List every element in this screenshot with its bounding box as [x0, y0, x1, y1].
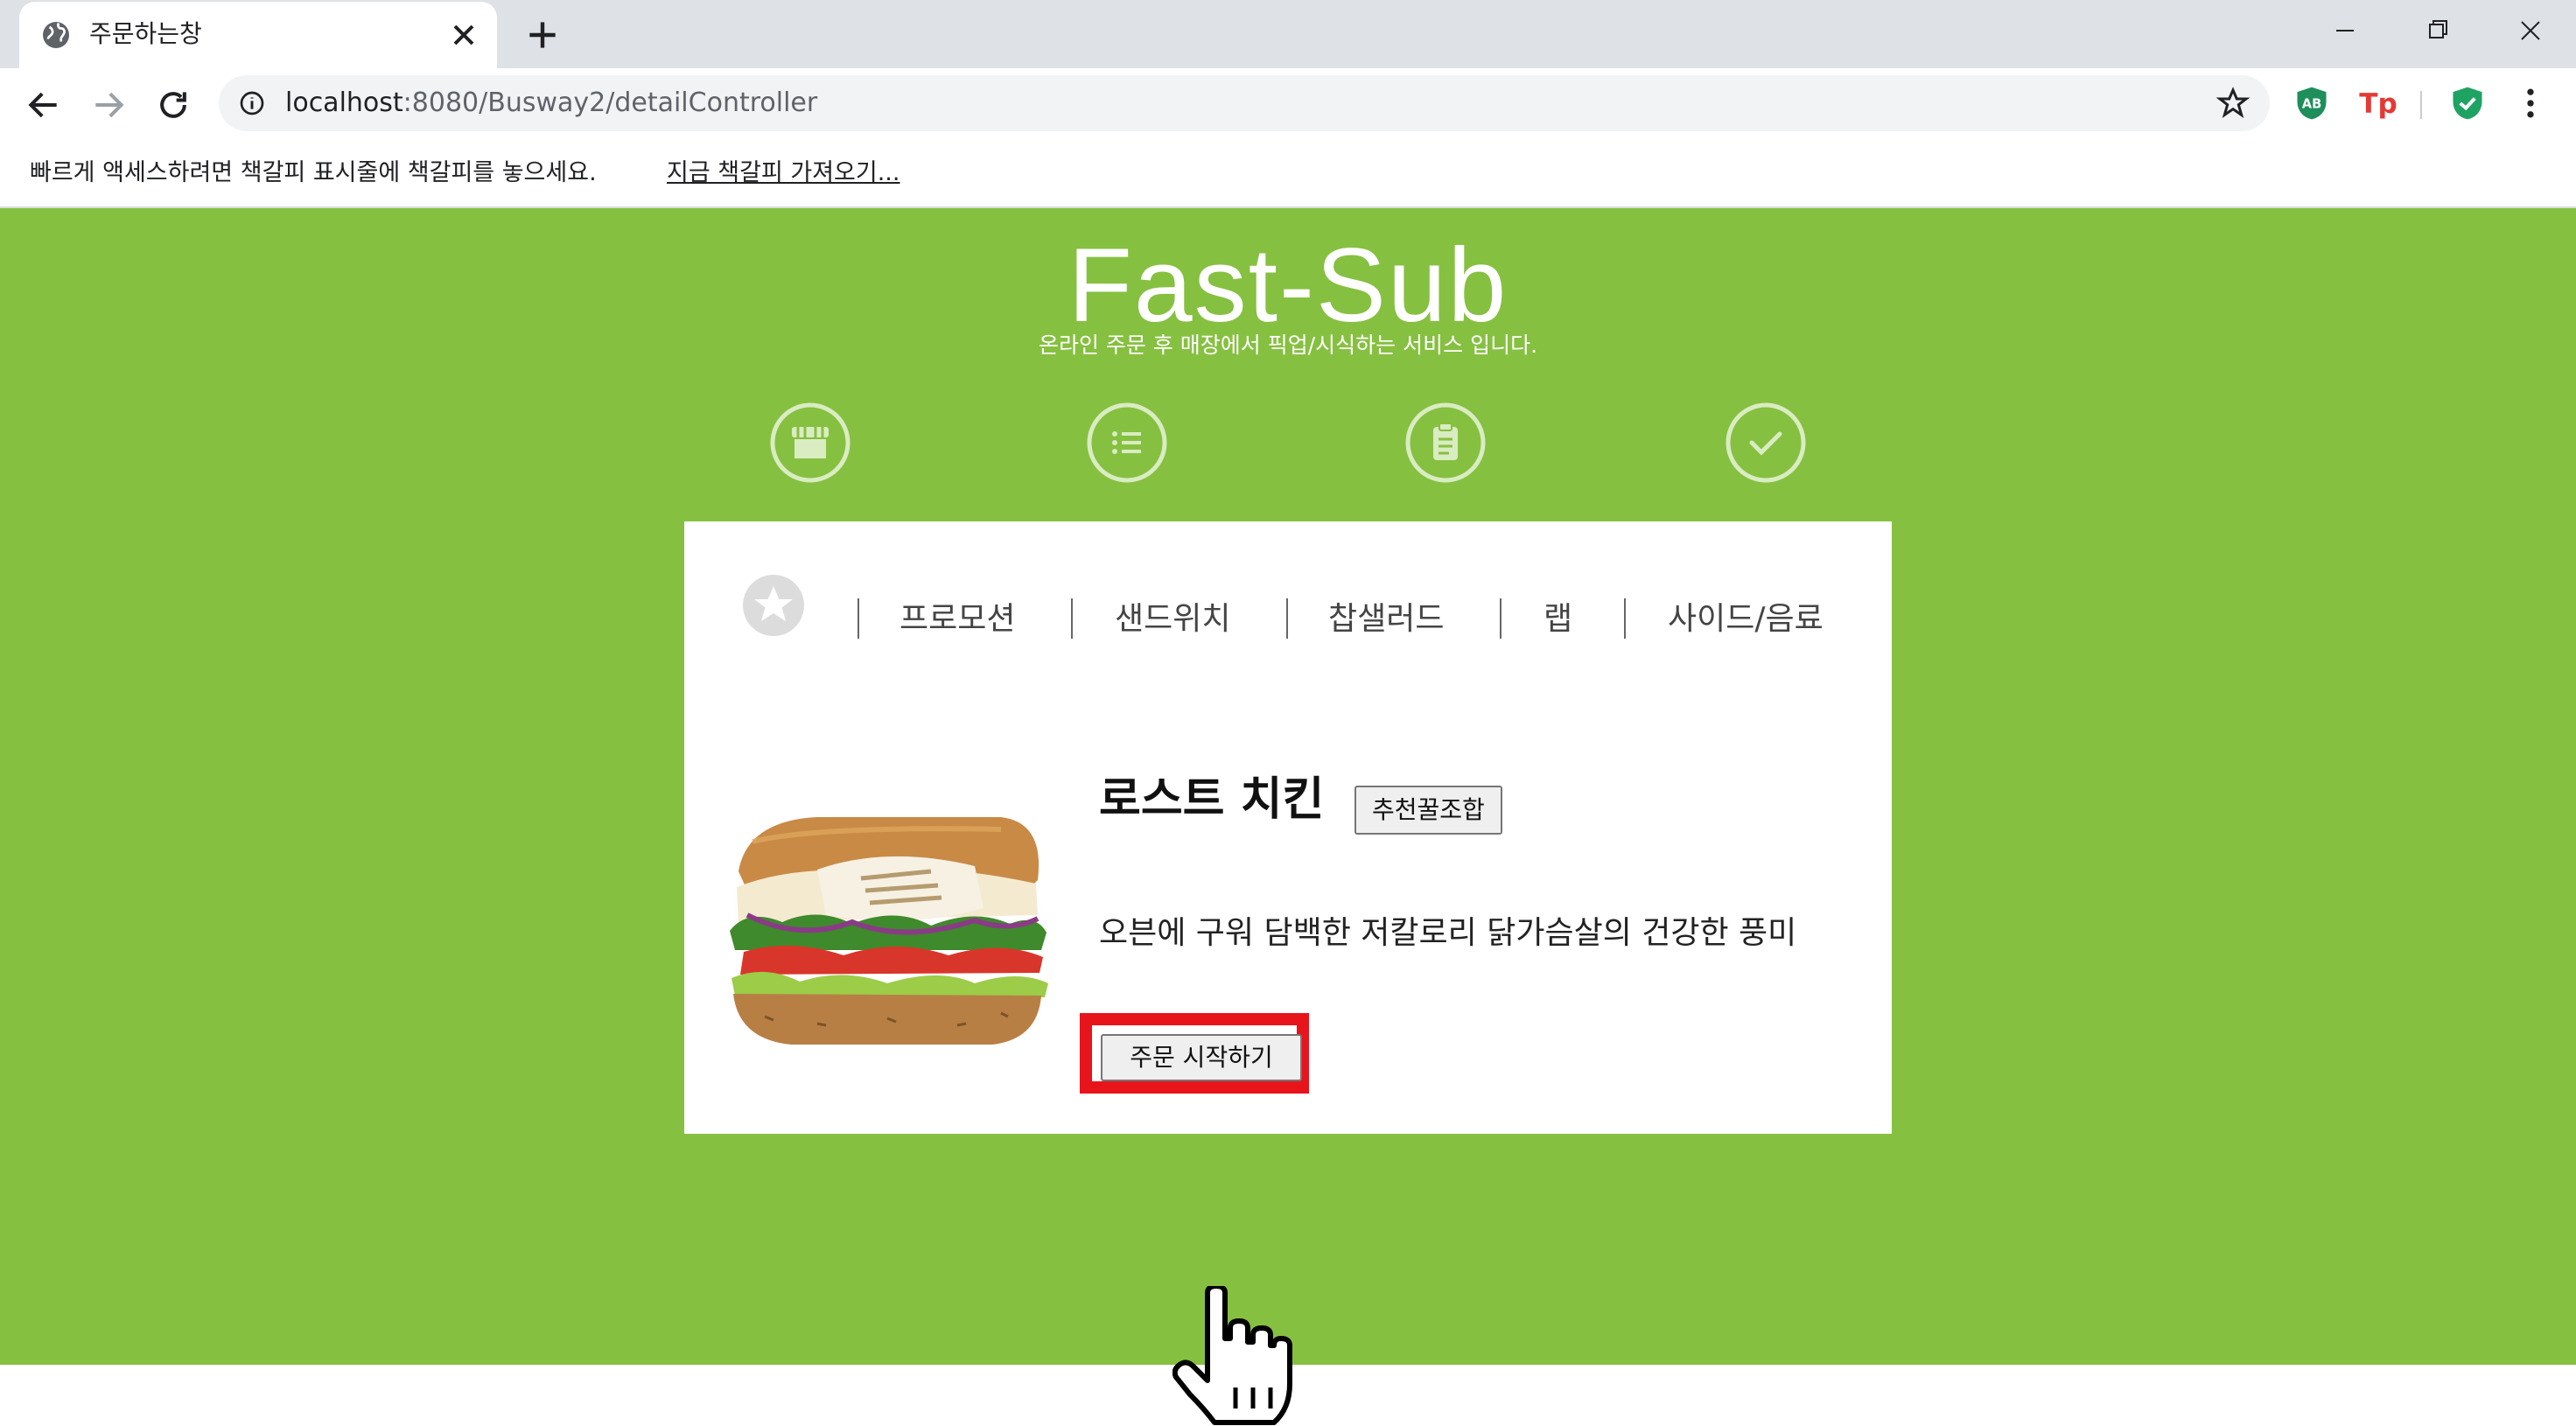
toolbar-divider — [2420, 91, 2422, 119]
site-title[interactable]: Fast-Sub — [0, 226, 2576, 345]
forward-icon[interactable] — [89, 86, 128, 124]
svg-text:Tp: Tp — [2359, 88, 2398, 120]
category-side-drink[interactable]: 사이드/음료 — [1668, 595, 1824, 644]
browser-toolbar: localhost:8080/Busway2/detailController … — [0, 68, 2576, 142]
category-separator — [1286, 598, 1288, 639]
product-card: 프로모션 샌드위치 찹샐러드 랩 사이드/음료 로스트 치킨 추천꿀조합 오븐에… — [684, 521, 1892, 1134]
category-wrap[interactable]: 랩 — [1544, 595, 1572, 644]
import-bookmarks-link[interactable]: 지금 책갈피 가져오기... — [667, 156, 900, 191]
tab-strip: 주문하는창 — [0, 0, 2576, 68]
tp-icon[interactable]: Tp — [2359, 84, 2398, 122]
globe-icon — [43, 22, 69, 48]
back-icon[interactable] — [24, 86, 63, 124]
category-nav: 프로모션 샌드위치 찹샐러드 랩 사이드/음료 — [684, 595, 1892, 647]
adblock-icon[interactable]: AB — [2292, 84, 2331, 122]
category-separator — [1071, 598, 1073, 639]
restore-icon[interactable] — [2403, 9, 2473, 52]
close-window-icon[interactable] — [2496, 9, 2566, 52]
svg-text:AB: AB — [2302, 97, 2322, 112]
recommended-combo-button[interactable]: 추천꿀조합 — [1354, 786, 1502, 835]
minimize-icon[interactable] — [2310, 9, 2380, 52]
product-name: 로스트 치킨 — [1099, 773, 1325, 826]
clipboard-icon[interactable] — [1405, 402, 1486, 483]
shield-check-icon[interactable] — [2448, 84, 2487, 122]
list-icon[interactable] — [1087, 402, 1167, 483]
site-subtitle: 온라인 주문 후 매장에서 픽업/시식하는 서비스 입니다. — [1038, 332, 1538, 358]
hand-cursor-icon — [1172, 1286, 1292, 1425]
check-icon[interactable] — [1726, 402, 1806, 483]
reload-icon[interactable] — [154, 86, 192, 124]
start-order-button[interactable]: 주문 시작하기 — [1101, 1034, 1302, 1081]
category-chopped-salad[interactable]: 찹샐러드 — [1328, 595, 1444, 644]
category-separator — [858, 598, 859, 639]
address-bar[interactable]: localhost:8080/Busway2/detailController — [219, 75, 2270, 131]
page-content: Fast-Sub 온라인 주문 후 매장에서 픽업/시식하는 서비스 입니다. … — [0, 208, 2576, 1425]
bookmark-message: 빠르게 액세스하려면 책갈피 표시줄에 책갈피를 놓으세요. — [30, 159, 597, 186]
url-path: :8080/Busway2/detailController — [402, 87, 818, 118]
product-description: 오븐에 구워 담백한 저칼로리 닭가슴살의 건강한 풍미 — [1099, 915, 1797, 951]
category-separator — [1624, 598, 1626, 639]
info-icon[interactable] — [238, 89, 266, 117]
tab-title: 주문하는창 — [89, 19, 202, 48]
url-host: localhost — [285, 87, 403, 118]
close-tab-icon[interactable] — [446, 17, 481, 52]
menu-dots-icon[interactable] — [2511, 84, 2550, 122]
category-promotion[interactable]: 프로모션 — [900, 595, 1015, 644]
store-icon[interactable] — [770, 402, 850, 483]
bookmark-bar: 빠르게 액세스하려면 책갈피 표시줄에 책갈피를 놓으세요. 지금 책갈피 가져… — [0, 142, 2576, 208]
new-tab-icon[interactable] — [523, 16, 562, 54]
category-separator — [1500, 598, 1502, 639]
sandwich-image — [730, 817, 1048, 1045]
bookmark-star-icon[interactable] — [2216, 86, 2250, 121]
url-text: localhost:8080/Busway2/detailController — [285, 86, 817, 121]
category-sandwich[interactable]: 샌드위치 — [1115, 595, 1230, 644]
browser-tab[interactable]: 주문하는창 — [19, 2, 497, 68]
